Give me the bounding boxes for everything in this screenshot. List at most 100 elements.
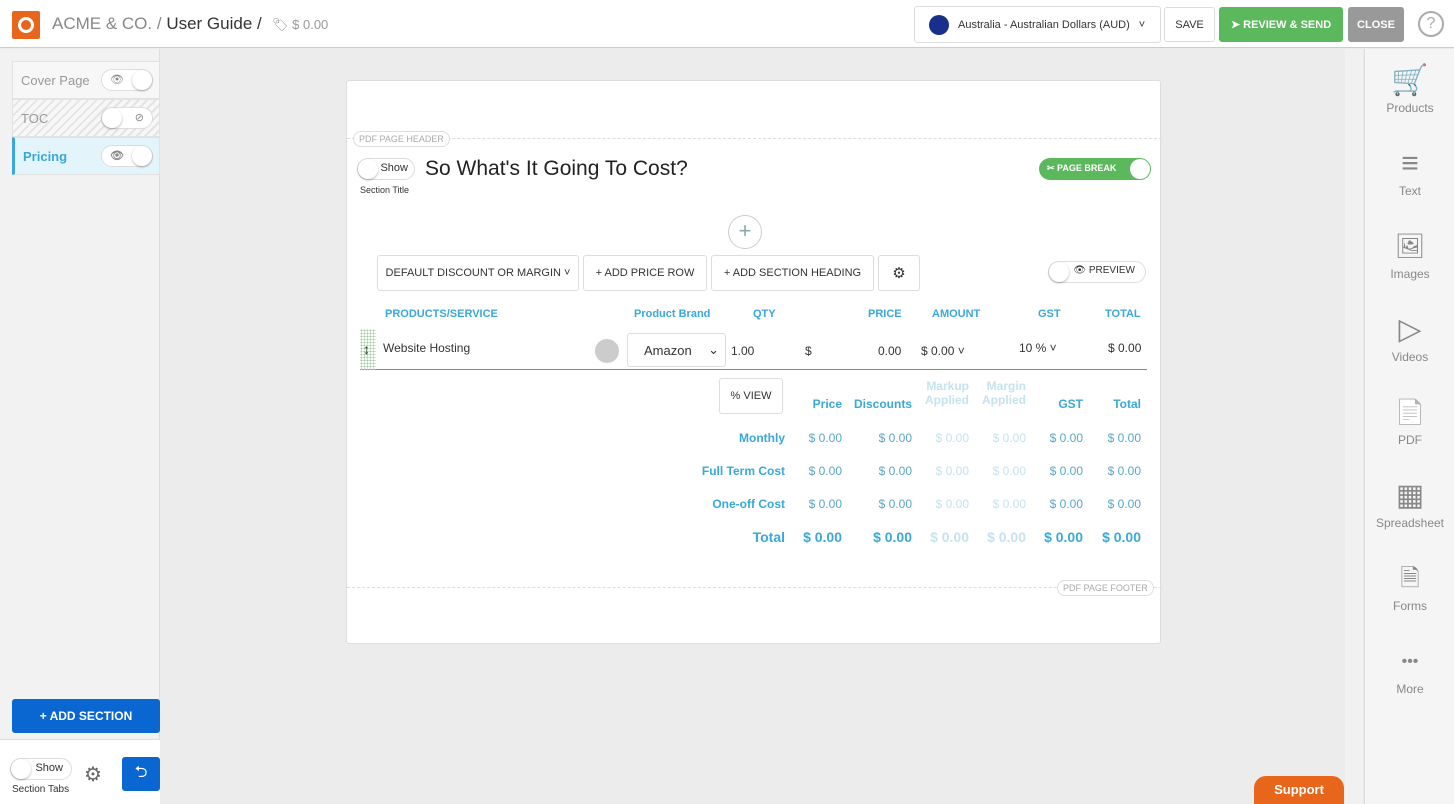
comment-icon[interactable]: [595, 339, 619, 363]
tool-spreadsheet[interactable]: ▦ Spreadsheet: [1365, 476, 1454, 530]
sidebar-item-cover-page[interactable]: Cover Page 👁: [12, 61, 160, 99]
tool-label: More: [1396, 682, 1424, 696]
toggle-label: Show: [380, 162, 408, 174]
tool-more[interactable]: ••• More: [1365, 642, 1454, 696]
amount-dropdown[interactable]: $ 0.00 ˅: [921, 344, 965, 358]
add-section-heading-button[interactable]: + ADD SECTION HEADING: [711, 255, 874, 291]
section-tabs-label: Section Tabs: [12, 784, 70, 795]
breadcrumb: ACME & CO. / User Guide /: [52, 14, 262, 34]
tool-label: Spreadsheet: [1375, 516, 1445, 530]
brand-value: Amazon: [644, 342, 692, 358]
col-qty: QTY: [753, 308, 776, 320]
add-section-button[interactable]: + ADD SECTION: [12, 699, 160, 733]
toggle-knob: [102, 108, 122, 128]
sidebar-item-label: TOC: [21, 111, 49, 126]
summary-value: $ 0.00: [1102, 529, 1141, 545]
section-title-toggle[interactable]: Show: [357, 158, 415, 180]
review-send-button[interactable]: ➤ REVIEW & SEND: [1219, 7, 1343, 42]
page-break-toggle[interactable]: ✂ PAGE BREAK: [1039, 158, 1151, 180]
close-button[interactable]: CLOSE: [1348, 7, 1404, 42]
text-lines-icon: ≡: [1401, 147, 1419, 180]
image-icon: 🖼: [1394, 233, 1426, 260]
tool-label: Videos: [1391, 350, 1429, 364]
visibility-toggle[interactable]: ⊘: [101, 107, 153, 129]
qty-input[interactable]: 1.00: [731, 344, 754, 358]
scissors-icon: ✂: [1047, 163, 1058, 173]
sidebar-footer: Show Section Tabs ⚙ ⮌: [0, 739, 160, 804]
tool-text[interactable]: ≡ Text: [1365, 144, 1454, 198]
toggle-knob: [132, 146, 152, 166]
footer-divider: [347, 587, 1162, 588]
price-row: ↕ Website Hosting Amazon ⌄ 1.00 $ 0.00 $ …: [360, 329, 1147, 370]
tool-videos[interactable]: ▷ Videos: [1365, 310, 1454, 364]
play-icon: ▷: [1398, 313, 1422, 346]
tool-label: Products: [1386, 101, 1434, 115]
summary-row-label: Total: [752, 529, 785, 545]
visibility-toggle[interactable]: 👁: [101, 145, 153, 167]
product-name[interactable]: Website Hosting: [383, 341, 470, 355]
summary-value: $ 0.00: [1107, 431, 1141, 445]
breadcrumb-doc[interactable]: User Guide /: [166, 14, 261, 33]
breadcrumb-company[interactable]: ACME & CO. /: [52, 14, 162, 33]
pricing-page: PDF PAGE HEADER Show Section Title So Wh…: [346, 80, 1162, 644]
tool-products[interactable]: 🛒 Products: [1365, 61, 1454, 115]
chevron-down-icon: ⌄: [708, 342, 719, 357]
visibility-toggle[interactable]: 👁: [101, 69, 153, 91]
collapse-sidebar-button[interactable]: ⮌: [122, 757, 160, 791]
summary-value: $ 0.00: [808, 497, 842, 511]
section-title[interactable]: So What's It Going To Cost?: [425, 157, 688, 181]
gears-icon[interactable]: ⚙: [84, 762, 102, 787]
tool-images[interactable]: 🖼 Images: [1365, 227, 1454, 281]
ellipsis-icon: •••: [1401, 653, 1419, 670]
gears-icon: ⚙: [892, 265, 906, 282]
eye-slash-icon: ⊘: [134, 112, 144, 124]
col-total: TOTAL: [1105, 308, 1141, 320]
add-content-plus-icon[interactable]: +: [728, 215, 762, 249]
currency-label: Australia - Australian Dollars (AUD): [958, 18, 1130, 31]
pdf-page-header-pill[interactable]: PDF PAGE HEADER: [353, 131, 450, 147]
summary-row-label: Full Term Cost: [701, 464, 785, 478]
sections-sidebar: Cover Page 👁 TOC ⊘ Pricing 👁 + ADD SECTI…: [0, 49, 160, 804]
default-discount-dropdown[interactable]: DEFAULT DISCOUNT OR MARGIN ˅: [377, 255, 579, 291]
product-brand-select[interactable]: Amazon ⌄: [627, 333, 726, 367]
help-icon[interactable]: ?: [1418, 11, 1444, 37]
cart-icon: 🛒: [1391, 64, 1429, 97]
add-price-row-button[interactable]: + ADD PRICE ROW: [583, 255, 707, 291]
sidebar-item-toc[interactable]: TOC ⊘: [12, 99, 160, 137]
table-icon: ▦: [1395, 479, 1425, 512]
preview-toggle[interactable]: 👁 PREVIEW: [1048, 261, 1146, 283]
tool-pdf[interactable]: 📄 PDF: [1365, 393, 1454, 447]
pdf-page-footer-pill[interactable]: PDF PAGE FOOTER: [1057, 580, 1154, 596]
summary-value: $ 0.00: [1107, 497, 1141, 511]
toggle-knob: [11, 759, 31, 779]
summary-value: $ 0.00: [803, 529, 842, 545]
preview-text: PREVIEW: [1088, 265, 1135, 276]
save-button[interactable]: SAVE: [1164, 7, 1215, 42]
settings-gears-button[interactable]: ⚙: [878, 255, 920, 291]
eye-icon: 👁: [110, 74, 124, 86]
header-divider: [347, 138, 1162, 139]
app-logo[interactable]: [12, 11, 40, 39]
gst-dropdown[interactable]: 10 % ˅: [1019, 341, 1057, 355]
arrow-left-circle-icon: ⮌: [134, 763, 148, 781]
reorder-arrows-icon[interactable]: ↕: [363, 341, 370, 357]
chevron-down-icon: ˅: [1138, 18, 1146, 31]
toggle-knob: [358, 159, 378, 179]
sidebar-item-label: Cover Page: [21, 73, 90, 88]
price-input[interactable]: 0.00: [878, 344, 901, 358]
tool-forms[interactable]: 🗎 Forms: [1365, 559, 1454, 613]
toggle-knob: [1049, 262, 1069, 282]
summary-value: $ 0.00: [808, 431, 842, 445]
price-currency: $: [805, 344, 812, 358]
vertical-scrollbar[interactable]: [1345, 49, 1363, 804]
col-gst: GST: [1038, 308, 1061, 320]
summary-value: $ 0.00: [808, 464, 842, 478]
sidebar-item-pricing[interactable]: Pricing 👁: [12, 137, 160, 175]
content-tools-sidebar: 🛒 Products ≡ Text 🖼 Images ▷ Videos 📄 PDF ▦ Sp…: [1364, 49, 1454, 804]
col-amount: AMOUNT: [932, 308, 981, 320]
support-button[interactable]: Support: [1254, 776, 1344, 804]
currency-select[interactable]: Australia - Australian Dollars (AUD) ˅: [914, 6, 1161, 43]
section-tabs-toggle[interactable]: Show: [10, 758, 72, 780]
send-icon: ➤: [1230, 19, 1244, 31]
total-price: $ 0.00: [292, 17, 329, 32]
